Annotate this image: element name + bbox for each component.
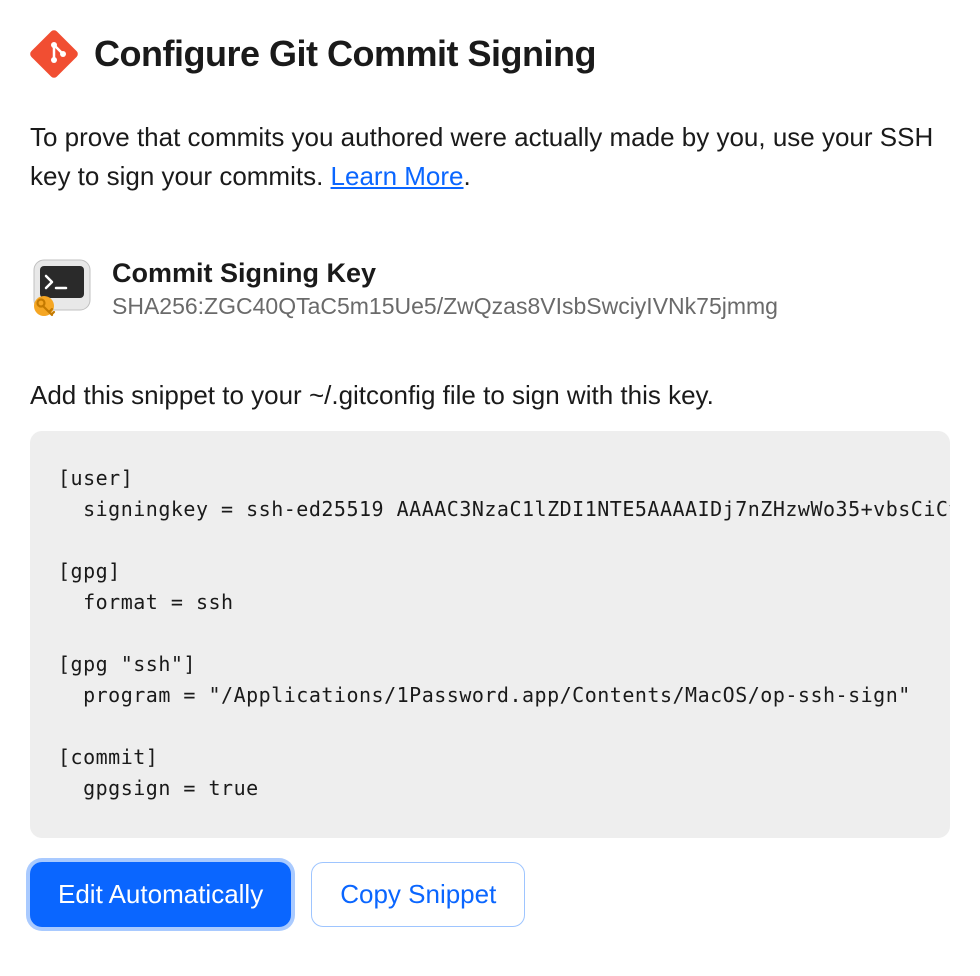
signing-key-section: Commit Signing Key SHA256:ZGC40QTaC5m15U… bbox=[30, 256, 950, 320]
key-title: Commit Signing Key bbox=[112, 258, 950, 289]
git-icon bbox=[30, 30, 78, 78]
key-info: Commit Signing Key SHA256:ZGC40QTaC5m15U… bbox=[112, 256, 950, 320]
dialog-header: Configure Git Commit Signing bbox=[30, 30, 950, 78]
snippet-instruction: Add this snippet to your ~/.gitconfig fi… bbox=[30, 380, 950, 411]
edit-automatically-button[interactable]: Edit Automatically bbox=[30, 862, 291, 927]
description-before: To prove that commits you authored were … bbox=[30, 122, 933, 191]
copy-snippet-button[interactable]: Copy Snippet bbox=[311, 862, 525, 927]
code-block[interactable]: [user] signingkey = ssh-ed25519 AAAAC3Nz… bbox=[30, 431, 950, 838]
code-content: [user] signingkey = ssh-ed25519 AAAAC3Nz… bbox=[58, 463, 922, 820]
key-fingerprint: SHA256:ZGC40QTaC5m15Ue5/ZwQzas8VIsbSwciy… bbox=[112, 293, 950, 320]
learn-more-link[interactable]: Learn More bbox=[331, 161, 464, 191]
description-after: . bbox=[464, 161, 471, 191]
terminal-key-icon bbox=[30, 256, 94, 320]
description-text: To prove that commits you authored were … bbox=[30, 118, 950, 196]
button-row: Edit Automatically Copy Snippet bbox=[30, 862, 950, 927]
page-title: Configure Git Commit Signing bbox=[94, 33, 596, 75]
